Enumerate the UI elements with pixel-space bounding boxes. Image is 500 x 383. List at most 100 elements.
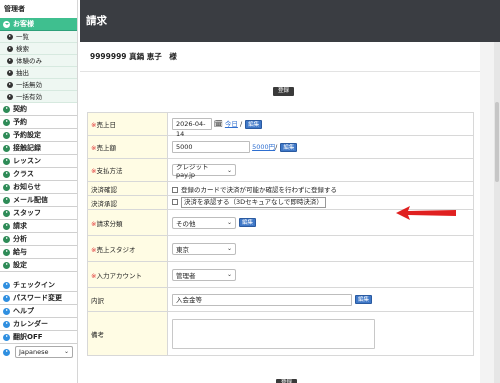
today-link[interactable]: 今日 [225,120,238,128]
scrollbar[interactable] [494,42,500,383]
language-select[interactable]: Japanese ⌄ [15,346,73,358]
chevron-right-icon [3,261,10,269]
chevron-right-icon [3,294,10,302]
sidebar-item-calendar[interactable]: カレンダー [0,318,77,331]
form-row-detail: 内訳 入会金等 編集 [87,287,474,312]
sidebar-item-billing[interactable]: 請求 [0,220,77,233]
sidebar-item-staff[interactable]: スタッフ [0,207,77,220]
globe-icon [3,348,10,356]
form-row-notes: 備考 [87,311,474,356]
chevron-right-icon [3,222,10,230]
sidebar-item-contract[interactable]: 契約 [0,103,77,116]
chevron-right-icon [7,33,13,40]
chevron-right-icon [3,320,10,328]
chevron-right-icon [3,333,10,341]
sidebar-item-class[interactable]: クラス [0,168,77,181]
form-row-amount: ※売上額 5000 5000円/編集 [87,135,474,159]
chevron-right-icon [3,157,10,165]
sidebar-item-help[interactable]: ヘルプ [0,305,77,318]
sidebar-item-translate-off[interactable]: 翻訳OFF [0,331,77,344]
amount-input[interactable]: 5000 [172,141,250,153]
sidebar-subitem-search[interactable]: 検索 [0,43,77,55]
chevron-right-icon [7,69,13,76]
detail-label: 内訳 [87,287,168,312]
scrollbar-thumb[interactable] [495,102,499,182]
sidebar-item-change-password[interactable]: パスワード変更 [0,292,77,305]
sidebar-item-reservation[interactable]: 予約 [0,116,77,129]
sidebar-subitem-bulk-enable[interactable]: 一括有効 [0,91,77,103]
sidebar: 管理者 お客様 一覧 検索 体験のみ 抽出 一括無効 一括有効 契約 予約 予約… [0,0,78,383]
chevron-right-icon [3,281,10,289]
payment-approve-label: 決済承認 [87,195,168,210]
sidebar-item-salary[interactable]: 給与 [0,246,77,259]
form-row-account: ※入力アカウント 管理者 ⌄ [87,261,474,288]
sidebar-item-checkin[interactable]: チェックイン [0,279,77,292]
category-label: ※請求分類 [87,209,168,236]
form-row-studio: ※売上スタジオ 東京 ⌄ [87,235,474,262]
edit-button[interactable]: 編集 [280,142,298,152]
form-row-payment-confirm: 決済確認 登録のカードで決済が可能か確認を行わずに登録する [87,181,474,196]
sidebar-item-lesson[interactable]: レッスン [0,155,77,168]
notes-textarea[interactable] [172,318,375,349]
chevron-down-icon: ⌄ [226,271,232,278]
chevron-right-icon [7,45,13,52]
sidebar-subitem-list[interactable]: 一覧 [0,31,77,43]
detail-input[interactable]: 入会金等 [172,293,352,306]
main-content: 請求 9999999 真鍋 恵子 様 登録 ※売上日 2026-04-14🗓 今日… [80,0,500,383]
studio-select[interactable]: 東京 ⌄ [172,242,236,255]
payment-confirm-checkbox[interactable] [172,186,178,193]
studio-label: ※売上スタジオ [87,235,168,262]
payment-confirm-text: 登録のカードで決済が可能か確認を行わずに登録する [181,185,337,194]
account-select[interactable]: 管理者 ⌄ [172,268,236,281]
category-select[interactable]: その他 ⌄ [172,216,236,229]
account-label: ※入力アカウント [87,261,168,288]
chevron-down-icon [3,20,10,28]
form-row-sales-date: ※売上日 2026-04-14🗓 今日 / 編集 [87,112,474,138]
chevron-right-icon [3,105,10,113]
chevron-down-icon: ⌄ [63,348,69,355]
sidebar-subitem-trial-only[interactable]: 体験のみ [0,55,77,67]
sidebar-item-customer[interactable]: お客様 [0,18,77,31]
page-title: 請求 [80,0,500,42]
calendar-icon[interactable]: 🗓 [214,120,223,128]
chevron-right-icon [7,93,13,100]
chevron-right-icon [3,144,10,152]
edit-button[interactable]: 編集 [245,119,263,129]
chevron-right-icon [3,183,10,191]
chevron-right-icon [3,118,10,126]
chevron-right-icon [3,131,10,139]
register-button-bottom[interactable]: 登録 [276,379,298,383]
sidebar-item-label: お客様 [13,19,34,28]
sidebar-item-settings[interactable]: 設定 [0,259,77,272]
payment-select[interactable]: クレジットpay.jp ⌄ [172,163,236,179]
payment-approve-text: 決済を承認する（3Dセキュアなしで即時決済） [181,197,326,208]
amount-label: ※売上額 [87,135,168,159]
sidebar-subitem-extract[interactable]: 抽出 [0,67,77,79]
sidebar-subitem-bulk-disable[interactable]: 一括無効 [0,79,77,91]
sidebar-item-contact-log[interactable]: 接触記録 [0,142,77,155]
chevron-down-icon: ⌄ [226,219,232,226]
sidebar-item-mail[interactable]: メール配信 [0,194,77,207]
payment-label: ※支払方法 [87,158,168,182]
chevron-right-icon [7,57,13,64]
chevron-right-icon [7,81,13,88]
sidebar-item-analytics[interactable]: 分析 [0,233,77,246]
notes-label: 備考 [87,311,168,356]
chevron-down-icon: ⌄ [226,245,232,252]
sidebar-item-news[interactable]: お知らせ [0,181,77,194]
chevron-right-icon [3,170,10,178]
sidebar-item-reservation-settings[interactable]: 予約設定 [0,129,77,142]
sidebar-header: 管理者 [4,5,25,13]
edit-button[interactable]: 編集 [239,218,257,227]
price-link[interactable]: 5000円 [252,143,275,151]
form-row-payment: ※支払方法 クレジットpay.jp ⌄ [87,158,474,182]
sales-date-label: ※売上日 [87,112,168,136]
edit-button[interactable]: 編集 [355,295,373,304]
register-button-top[interactable]: 登録 [273,87,295,96]
chevron-right-icon [3,248,10,256]
sales-date-input[interactable]: 2026-04-14 [172,118,212,138]
chevron-right-icon [3,307,10,315]
payment-approve-checkbox[interactable] [172,199,178,205]
chevron-right-icon [3,235,10,243]
payment-confirm-label: 決済確認 [87,181,168,196]
